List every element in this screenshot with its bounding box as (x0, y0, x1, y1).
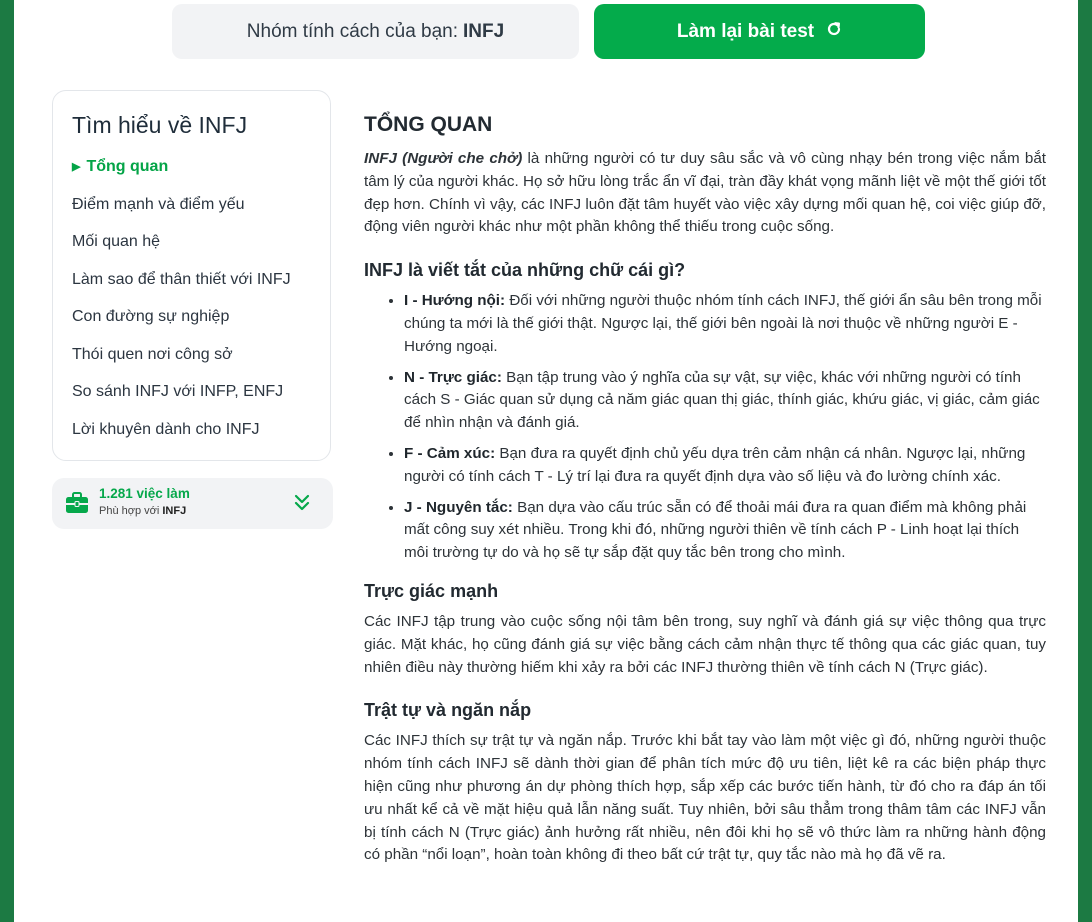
right-margin (1078, 0, 1092, 922)
sidebar-item-label: Lời khuyên dành cho INFJ (72, 420, 260, 438)
intro-paragraph: INFJ (Người che chở) là những người có t… (364, 148, 1046, 239)
subsection-paragraph: Các INFJ thích sự trật tự và ngăn nắp. T… (364, 732, 1046, 864)
sidebar-item-moi-quan-he[interactable]: Mối quan hệ (72, 228, 291, 266)
personality-type-badge: Nhóm tính cách của bạn: INFJ (172, 4, 579, 59)
list-item-term: F - Cảm xúc: (404, 444, 496, 462)
sidebar-item-loi-khuyen[interactable]: Lời khuyên dành cho INFJ (72, 416, 291, 454)
list-item: I - Hướng nội: Đối với những người thuộc… (404, 290, 1046, 358)
list-item: J - Nguyên tắc: Bạn dựa vào cấu trúc sẵn… (404, 497, 1046, 565)
badge-prefix: Nhóm tính cách của bạn: (246, 20, 459, 42)
sidebar-item-than-thiet[interactable]: Làm sao để thân thiết với INFJ (72, 266, 291, 304)
subsection-paragraph: Các INFJ tập trung vào cuộc sống nội tâm… (364, 612, 1046, 676)
badge-type: INFJ (463, 20, 505, 42)
subsection-heading: Trực giác mạnh (364, 580, 499, 601)
list-item-term: I - Hướng nội: (404, 292, 506, 310)
jobs-sub-prefix: Phù hợp với (99, 505, 160, 517)
list-item: N - Trực giác: Bạn tập trung vào ý nghĩa… (404, 367, 1046, 435)
sidebar-item-so-sanh[interactable]: So sánh INFJ với INFP, ENFJ (72, 378, 291, 416)
sidebar-item-label: Con đường sự nghiệp (72, 308, 230, 325)
sidebar-item-label: Tổng quan (86, 158, 169, 175)
sidebar-item-label: Thói quen nơi công sở (72, 345, 233, 363)
sidebar-item-label: So sánh INFJ với INFP, ENFJ (72, 383, 284, 400)
letters-heading: INFJ là viết tắt của những chữ cái gì? (364, 260, 686, 281)
sidebar-nav: ▶ Tổng quan Điểm mạnh và điểm yếu Mối qua… (72, 153, 291, 453)
sidebar-item-label: Làm sao để thân thiết với INFJ (72, 270, 291, 288)
list-item-term: N - Trực giác: (404, 368, 502, 386)
section-title: TỔNG QUAN (364, 113, 493, 136)
subsection-heading: Trật tự và ngăn nắp (364, 700, 532, 721)
sidebar-title: Tìm hiểu về INFJ (72, 112, 248, 138)
sidebar-item-su-nghiep[interactable]: Con đường sự nghiệp (72, 303, 291, 341)
refresh-icon (826, 21, 842, 42)
sidebar-item-cong-so[interactable]: Thói quen nơi công sở (72, 341, 291, 379)
chevrons-down-icon[interactable] (293, 493, 311, 513)
briefcase-icon (65, 491, 89, 515)
sidebar-item-label: Mối quan hệ (72, 233, 161, 250)
sidebar-item-tong-quan[interactable]: ▶ Tổng quan (72, 153, 291, 191)
retest-button[interactable]: Làm lại bài test (594, 4, 925, 59)
sidebar-item-label: Điểm mạnh và điểm yếu (72, 195, 245, 213)
jobs-card[interactable]: 1.281 việc làm Phù hợp với INFJ (52, 478, 333, 529)
jobs-count: 1.281 việc làm (99, 486, 190, 501)
list-item: F - Cảm xúc: Bạn đưa ra quyết định chủ y… (404, 443, 1046, 489)
sidebar-toc: Tìm hiểu về INFJ ▶ Tổng quan Điểm mạnh và… (52, 90, 331, 461)
intro-emphasis: INFJ (Người che chở) (364, 150, 523, 167)
jobs-subtitle: Phù hợp với INFJ (99, 505, 186, 517)
article-content: TỔNG QUAN INFJ (Người che chở) là những … (364, 112, 1046, 877)
play-triangle-icon: ▶ (72, 161, 81, 173)
retest-label: Làm lại bài test (676, 20, 815, 42)
list-item-text: Bạn đưa ra quyết định chủ yếu dựa trên c… (404, 444, 1026, 485)
sidebar-item-diem-manh-yeu[interactable]: Điểm mạnh và điểm yếu (72, 191, 291, 229)
list-item-term: J - Nguyên tắc: (404, 498, 513, 516)
letters-list: I - Hướng nội: Đối với những người thuộc… (364, 290, 1046, 565)
jobs-sub-type: INFJ (162, 505, 187, 517)
